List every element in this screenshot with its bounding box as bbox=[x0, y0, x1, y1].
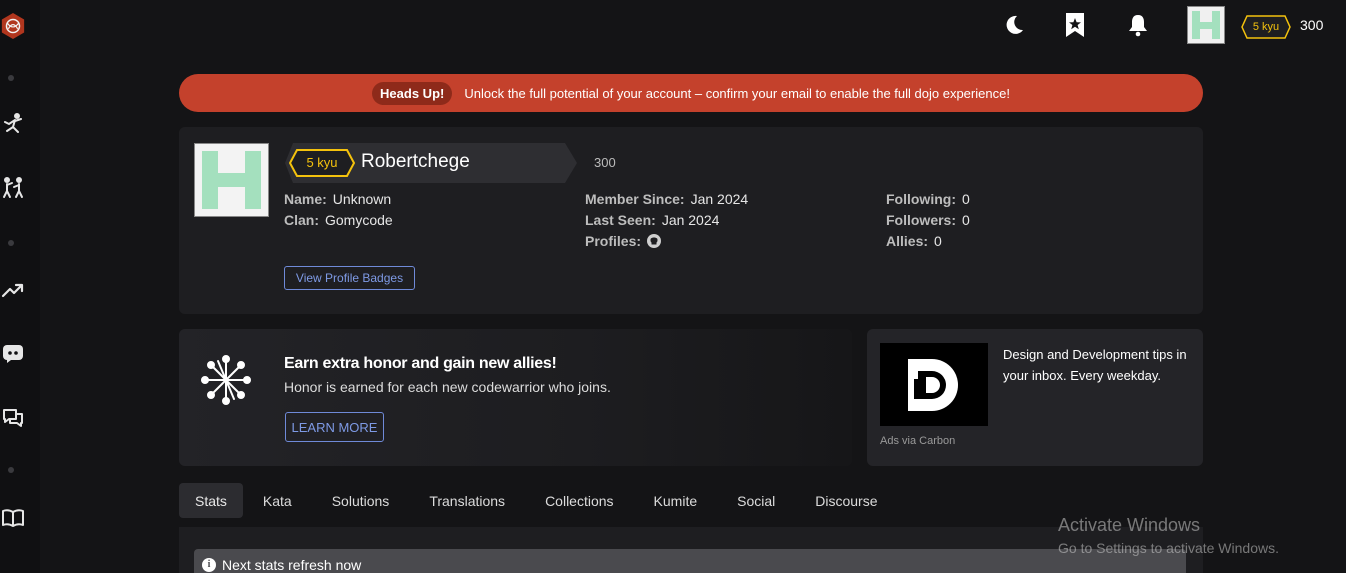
sidebar-divider bbox=[8, 467, 14, 473]
info-profiles: Profiles: bbox=[585, 231, 748, 252]
tab-collections[interactable]: Collections bbox=[525, 483, 633, 518]
profile-avatar bbox=[194, 143, 269, 217]
info-clan: Clan: Gomycode bbox=[284, 212, 393, 228]
info-member-since: Member Since: Jan 2024 bbox=[585, 191, 749, 207]
forum-icon[interactable] bbox=[0, 406, 26, 430]
info-last-seen: Last Seen: Jan 2024 bbox=[585, 212, 720, 228]
info-icon: i bbox=[202, 558, 216, 572]
profile-username: Robertchege bbox=[361, 151, 470, 172]
profile-honor: 300 bbox=[594, 155, 616, 170]
bell-icon[interactable] bbox=[1125, 12, 1151, 38]
bookmark-icon[interactable] bbox=[1062, 12, 1088, 38]
email-confirm-alert: Heads Up! Unlock the full potential of y… bbox=[179, 74, 1203, 112]
username-plate: 5 kyu Robertchege bbox=[285, 143, 577, 183]
sidebar-divider bbox=[8, 75, 14, 81]
tab-social[interactable]: Social bbox=[717, 483, 795, 518]
activate-windows-title: Activate Windows bbox=[1058, 515, 1201, 535]
info-following[interactable]: Following: 0 bbox=[886, 189, 970, 210]
tab-solutions[interactable]: Solutions bbox=[312, 483, 410, 518]
codewars-logo-icon[interactable] bbox=[0, 10, 26, 42]
promo-title: Earn extra honor and gain new allies! bbox=[284, 355, 557, 372]
github-icon[interactable] bbox=[647, 234, 662, 248]
ad-text[interactable]: Design and Development tips in your inbo… bbox=[1003, 344, 1193, 386]
sidebar bbox=[0, 0, 40, 573]
ads-via-carbon[interactable]: Ads via Carbon bbox=[880, 435, 955, 447]
tab-discourse[interactable]: Discourse bbox=[795, 483, 897, 518]
activate-windows-subtitle: Go to Settings to activate Windows. bbox=[1058, 540, 1279, 556]
profile-info-col-3: Following: 0 Followers: 0 Allies: 0 bbox=[886, 189, 970, 252]
sidebar-divider bbox=[8, 240, 14, 246]
profile-tabs: Stats Kata Solutions Translations Collec… bbox=[179, 483, 898, 518]
honor-network-icon bbox=[201, 355, 251, 405]
rank-label: 5 kyu bbox=[1252, 21, 1280, 33]
info-allies[interactable]: Allies: 0 bbox=[886, 231, 970, 252]
learn-more-button[interactable]: LEARN MORE bbox=[285, 412, 384, 442]
honor-count: 300 bbox=[1300, 17, 1324, 33]
tab-kumite[interactable]: Kumite bbox=[634, 483, 718, 518]
docs-icon[interactable] bbox=[0, 506, 26, 530]
info-followers[interactable]: Followers: 0 bbox=[886, 210, 970, 231]
info-name: Name: Unknown bbox=[284, 191, 392, 207]
discord-icon[interactable] bbox=[0, 341, 26, 365]
stats-refresh-text: Next stats refresh now bbox=[222, 557, 362, 573]
tab-translations[interactable]: Translations bbox=[409, 483, 525, 518]
leaderboard-icon[interactable] bbox=[0, 278, 26, 302]
view-profile-badges-button[interactable]: View Profile Badges bbox=[284, 266, 415, 290]
alert-message[interactable]: Unlock the full potential of your accoun… bbox=[464, 86, 1010, 101]
kumite-icon[interactable] bbox=[0, 176, 26, 200]
promo-subtitle: Honor is earned for each new codewarrior… bbox=[284, 379, 611, 395]
moon-icon[interactable] bbox=[1001, 12, 1027, 38]
profile-rank-label: 5 kyu bbox=[306, 155, 338, 170]
carbon-ad: Design and Development tips in your inbo… bbox=[867, 329, 1203, 466]
user-avatar[interactable] bbox=[1187, 6, 1225, 44]
practice-icon[interactable] bbox=[0, 112, 26, 136]
profile-card: 5 kyu Robertchege 300 Name: Unknown Clan:… bbox=[179, 127, 1203, 314]
ad-logo-icon[interactable] bbox=[880, 343, 988, 426]
alert-badge: Heads Up! bbox=[372, 81, 453, 105]
tab-kata[interactable]: Kata bbox=[243, 483, 312, 518]
rank-badge[interactable]: 5 kyu bbox=[1241, 15, 1291, 39]
stats-refresh-note: i Next stats refresh now bbox=[194, 549, 1186, 573]
profile-info-col-1: Name: Unknown Clan: Gomycode bbox=[284, 189, 393, 231]
stats-panel: i Next stats refresh now bbox=[179, 527, 1203, 573]
profile-rank-badge: 5 kyu bbox=[289, 149, 355, 177]
tab-stats[interactable]: Stats bbox=[179, 483, 243, 518]
honor-promo-card: Earn extra honor and gain new allies! Ho… bbox=[179, 329, 852, 466]
profile-info-col-2: Member Since: Jan 2024 Last Seen: Jan 2024… bbox=[585, 189, 748, 252]
